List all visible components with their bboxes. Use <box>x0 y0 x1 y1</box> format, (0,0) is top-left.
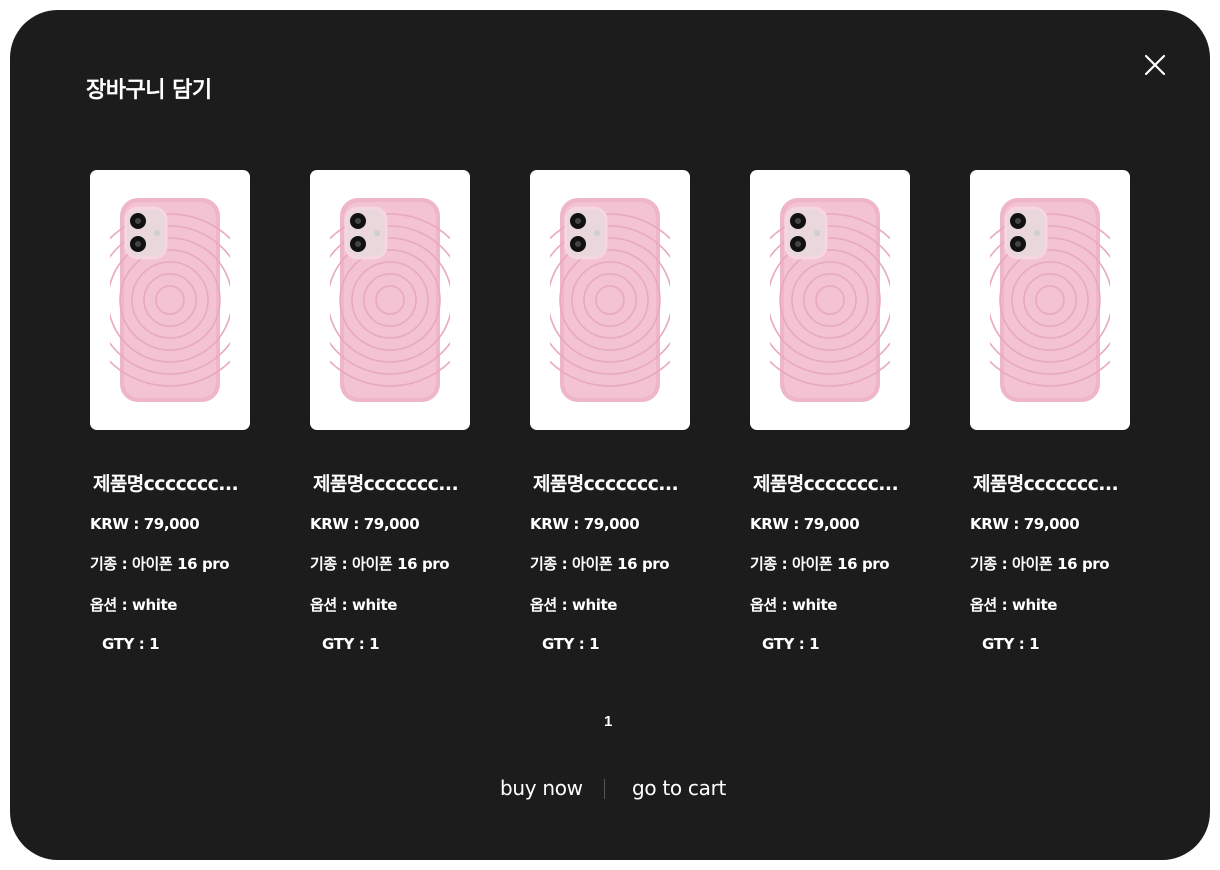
cart-modal: 장바구니 담기 제품명ccccccc... KRW: 79,000 기종: … <box>10 10 1210 860</box>
close-icon <box>1144 54 1166 76</box>
product-price: KRW : 79,000 <box>90 515 200 533</box>
product-model: 기종 : 아이폰 16 pro <box>970 555 1110 573</box>
product-price: KRW : 79,000 <box>310 515 420 533</box>
product-name[interactable]: 제품명ccccccc... <box>93 469 260 496</box>
product-card: 제품명ccccccc... KRW : 79,000 기종 : 아이폰 16 p… <box>310 170 480 653</box>
product-image[interactable] <box>970 170 1130 430</box>
phone-case-image <box>770 198 890 402</box>
product-quantity: GTY : 1 <box>102 635 160 653</box>
product-option: 옵션 : white <box>90 596 178 614</box>
product-price: KRW : 79,000 <box>970 515 1080 533</box>
product-card: 제품명ccccccc... KRW : 79,000 기종 : 아이폰 16 p… <box>970 170 1140 653</box>
phone-case-image <box>550 198 670 402</box>
product-model: 기종 : 아이폰 16 pro <box>530 555 670 573</box>
product-quantity: GTY : 1 <box>762 635 820 653</box>
go-to-cart-button[interactable]: go to cart <box>632 776 726 800</box>
product-price: KRW : 79,000 <box>530 515 640 533</box>
product-name[interactable]: 제품명ccccccc... <box>973 469 1140 496</box>
product-name[interactable]: 제품명ccccccc... <box>313 469 480 496</box>
product-image[interactable] <box>750 170 910 430</box>
product-quantity: GTY : 1 <box>982 635 1040 653</box>
product-option: 옵션 : white <box>970 596 1058 614</box>
product-name[interactable]: 제품명ccccccc... <box>533 469 700 496</box>
phone-case-image <box>330 198 450 402</box>
product-quantity: GTY : 1 <box>542 635 600 653</box>
close-button[interactable] <box>1140 50 1170 80</box>
product-option: 옵션 : white <box>750 596 838 614</box>
product-price: KRW : 79,000 <box>750 515 860 533</box>
product-image[interactable] <box>310 170 470 430</box>
page-number[interactable]: 1 <box>604 713 612 730</box>
buy-now-button[interactable]: buy now <box>500 776 583 800</box>
modal-title: 장바구니 담기 <box>86 78 212 103</box>
phone-case-image <box>110 198 230 402</box>
product-model: 기종 : 아이폰 16 pro <box>750 555 890 573</box>
product-card: 제품명ccccccc... KRW : 79,000 기종 : 아이폰 16 p… <box>530 170 700 653</box>
product-name[interactable]: 제품명ccccccc... <box>753 469 920 496</box>
action-divider <box>604 779 605 799</box>
product-model: 기종 : 아이폰 16 pro <box>310 555 450 573</box>
product-image[interactable] <box>530 170 690 430</box>
product-quantity: GTY : 1 <box>322 635 380 653</box>
product-option: 옵션 : white <box>530 596 618 614</box>
action-bar: buy now go to cart <box>10 776 1210 806</box>
product-card: 제품명ccccccc... KRW : 79,000 기종 : 아이폰 16 p… <box>90 170 260 653</box>
phone-case-image <box>990 198 1110 402</box>
product-option: 옵션 : white <box>310 596 398 614</box>
product-card: 제품명ccccccc... KRW : 79,000 기종 : 아이폰 16 p… <box>750 170 920 653</box>
product-model: 기종 : 아이폰 16 pro <box>90 555 230 573</box>
product-image[interactable] <box>90 170 250 430</box>
